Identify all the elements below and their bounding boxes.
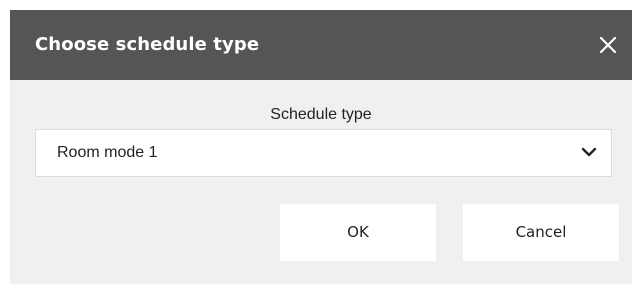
schedule-type-select[interactable]: Room mode 1 [35,129,612,177]
ok-button[interactable]: OK [280,204,436,261]
dialog-title: Choose schedule type [35,34,260,55]
chevron-down-icon [581,146,597,158]
cancel-button[interactable]: Cancel [463,204,619,261]
close-button[interactable] [596,33,620,57]
schedule-type-selected-value: Room mode 1 [57,144,158,161]
close-icon [596,33,620,57]
choose-schedule-type-dialog: Choose schedule type Schedule type Room … [10,10,632,284]
schedule-type-label: Schedule type [270,106,372,123]
dialog-header: Choose schedule type [10,10,632,80]
